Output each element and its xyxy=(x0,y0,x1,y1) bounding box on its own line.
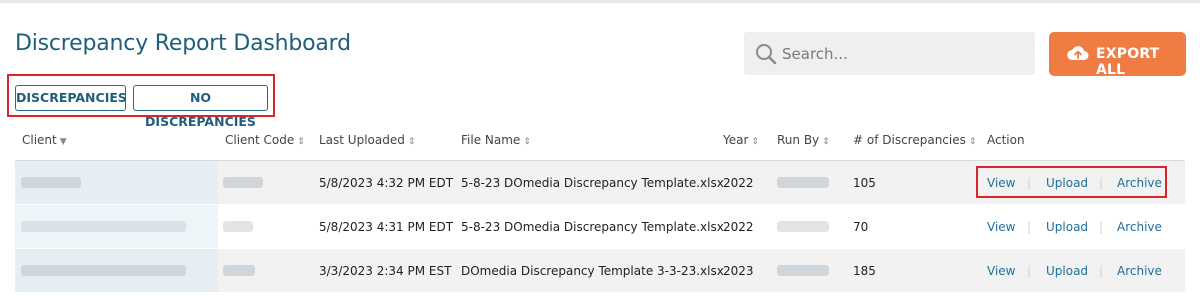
page-title: Discrepancy Report Dashboard xyxy=(15,31,351,56)
year-cell: 2022 xyxy=(723,220,754,234)
year-cell: 2023 xyxy=(723,264,754,278)
column-header-last-uploaded[interactable]: Last Uploaded ⇕ xyxy=(319,133,415,147)
action-separator: | xyxy=(1099,220,1104,234)
filter-discrepancies-button[interactable]: DISCREPANCIES xyxy=(15,85,127,111)
year-cell: 2022 xyxy=(723,176,754,190)
upload-link[interactable]: Upload xyxy=(1046,220,1088,234)
client-cell xyxy=(15,205,218,248)
view-link[interactable]: View xyxy=(987,220,1015,234)
table-row: 3/3/2023 2:34 PM EST DOmedia Discrepancy… xyxy=(15,249,1185,292)
file-name-cell: 5-8-23 DOmedia Discrepancy Template.xlsx xyxy=(461,220,724,234)
column-header-action: Action xyxy=(987,133,1025,147)
column-header-client-code[interactable]: Client Code ⇕ xyxy=(225,133,305,147)
last-uploaded-cell: 5/8/2023 4:31 PM EDT xyxy=(319,220,454,234)
sort-icon: ⇕ xyxy=(523,137,531,147)
column-header-file-name[interactable]: File Name ⇕ xyxy=(461,133,531,147)
column-header-client[interactable]: Client ▼ xyxy=(22,133,67,147)
table-row: 5/8/2023 4:31 PM EDT 5-8-23 DOmedia Disc… xyxy=(15,205,1185,248)
export-all-label: EXPORT ALL xyxy=(1096,46,1160,78)
redacted-run-by xyxy=(777,265,829,276)
cloud-upload-icon xyxy=(1067,46,1089,60)
export-all-button[interactable]: EXPORT ALL xyxy=(1049,32,1186,78)
top-border xyxy=(0,0,1200,3)
last-uploaded-cell: 3/3/2023 2:34 PM EST xyxy=(319,264,452,278)
redacted-client-code xyxy=(223,177,263,188)
file-name-cell: 5-8-23 DOmedia Discrepancy Template.xlsx xyxy=(461,176,724,190)
search-icon xyxy=(756,44,777,65)
action-separator: | xyxy=(1099,264,1104,278)
redacted-client-code xyxy=(223,265,255,276)
sort-icon: ⇕ xyxy=(968,137,977,147)
archive-link[interactable]: Archive xyxy=(1117,264,1162,278)
upload-link[interactable]: Upload xyxy=(1046,264,1088,278)
redacted-client xyxy=(21,177,81,188)
sort-icon: ⇕ xyxy=(822,137,830,147)
last-uploaded-cell: 5/8/2023 4:32 PM EDT xyxy=(319,176,454,190)
redacted-client xyxy=(21,221,186,232)
search-input[interactable]: Search... xyxy=(744,32,1035,75)
filter-no-discrepancies-button[interactable]: NO DISCREPANCIES xyxy=(133,85,268,129)
sort-desc-icon: ▼ xyxy=(59,137,67,147)
redacted-run-by xyxy=(777,221,829,232)
client-cell xyxy=(15,249,218,292)
redacted-run-by xyxy=(777,177,829,188)
search-placeholder: Search... xyxy=(782,45,848,63)
archive-link[interactable]: Archive xyxy=(1117,220,1162,234)
sort-icon: ⇕ xyxy=(297,137,305,147)
discrepancies-cell: 185 xyxy=(853,264,876,278)
column-header-discrepancies[interactable]: # of Discrepancies ⇕ xyxy=(853,133,976,147)
column-header-year[interactable]: Year ⇕ xyxy=(723,133,759,147)
view-link[interactable]: View xyxy=(987,264,1015,278)
client-cell xyxy=(15,161,218,204)
file-name-cell: DOmedia Discrepancy Template 3-3-23.xlsx xyxy=(461,264,724,278)
discrepancies-cell: 70 xyxy=(853,220,869,234)
action-highlight-box xyxy=(976,166,1167,198)
action-separator: | xyxy=(1027,220,1032,234)
discrepancies-cell: 105 xyxy=(853,176,876,190)
column-header-run-by[interactable]: Run By ⇕ xyxy=(777,133,830,147)
redacted-client xyxy=(21,265,186,276)
sort-icon: ⇕ xyxy=(407,137,416,147)
action-separator: | xyxy=(1027,264,1032,278)
sort-icon: ⇕ xyxy=(751,137,759,147)
redacted-client-code xyxy=(223,221,253,232)
